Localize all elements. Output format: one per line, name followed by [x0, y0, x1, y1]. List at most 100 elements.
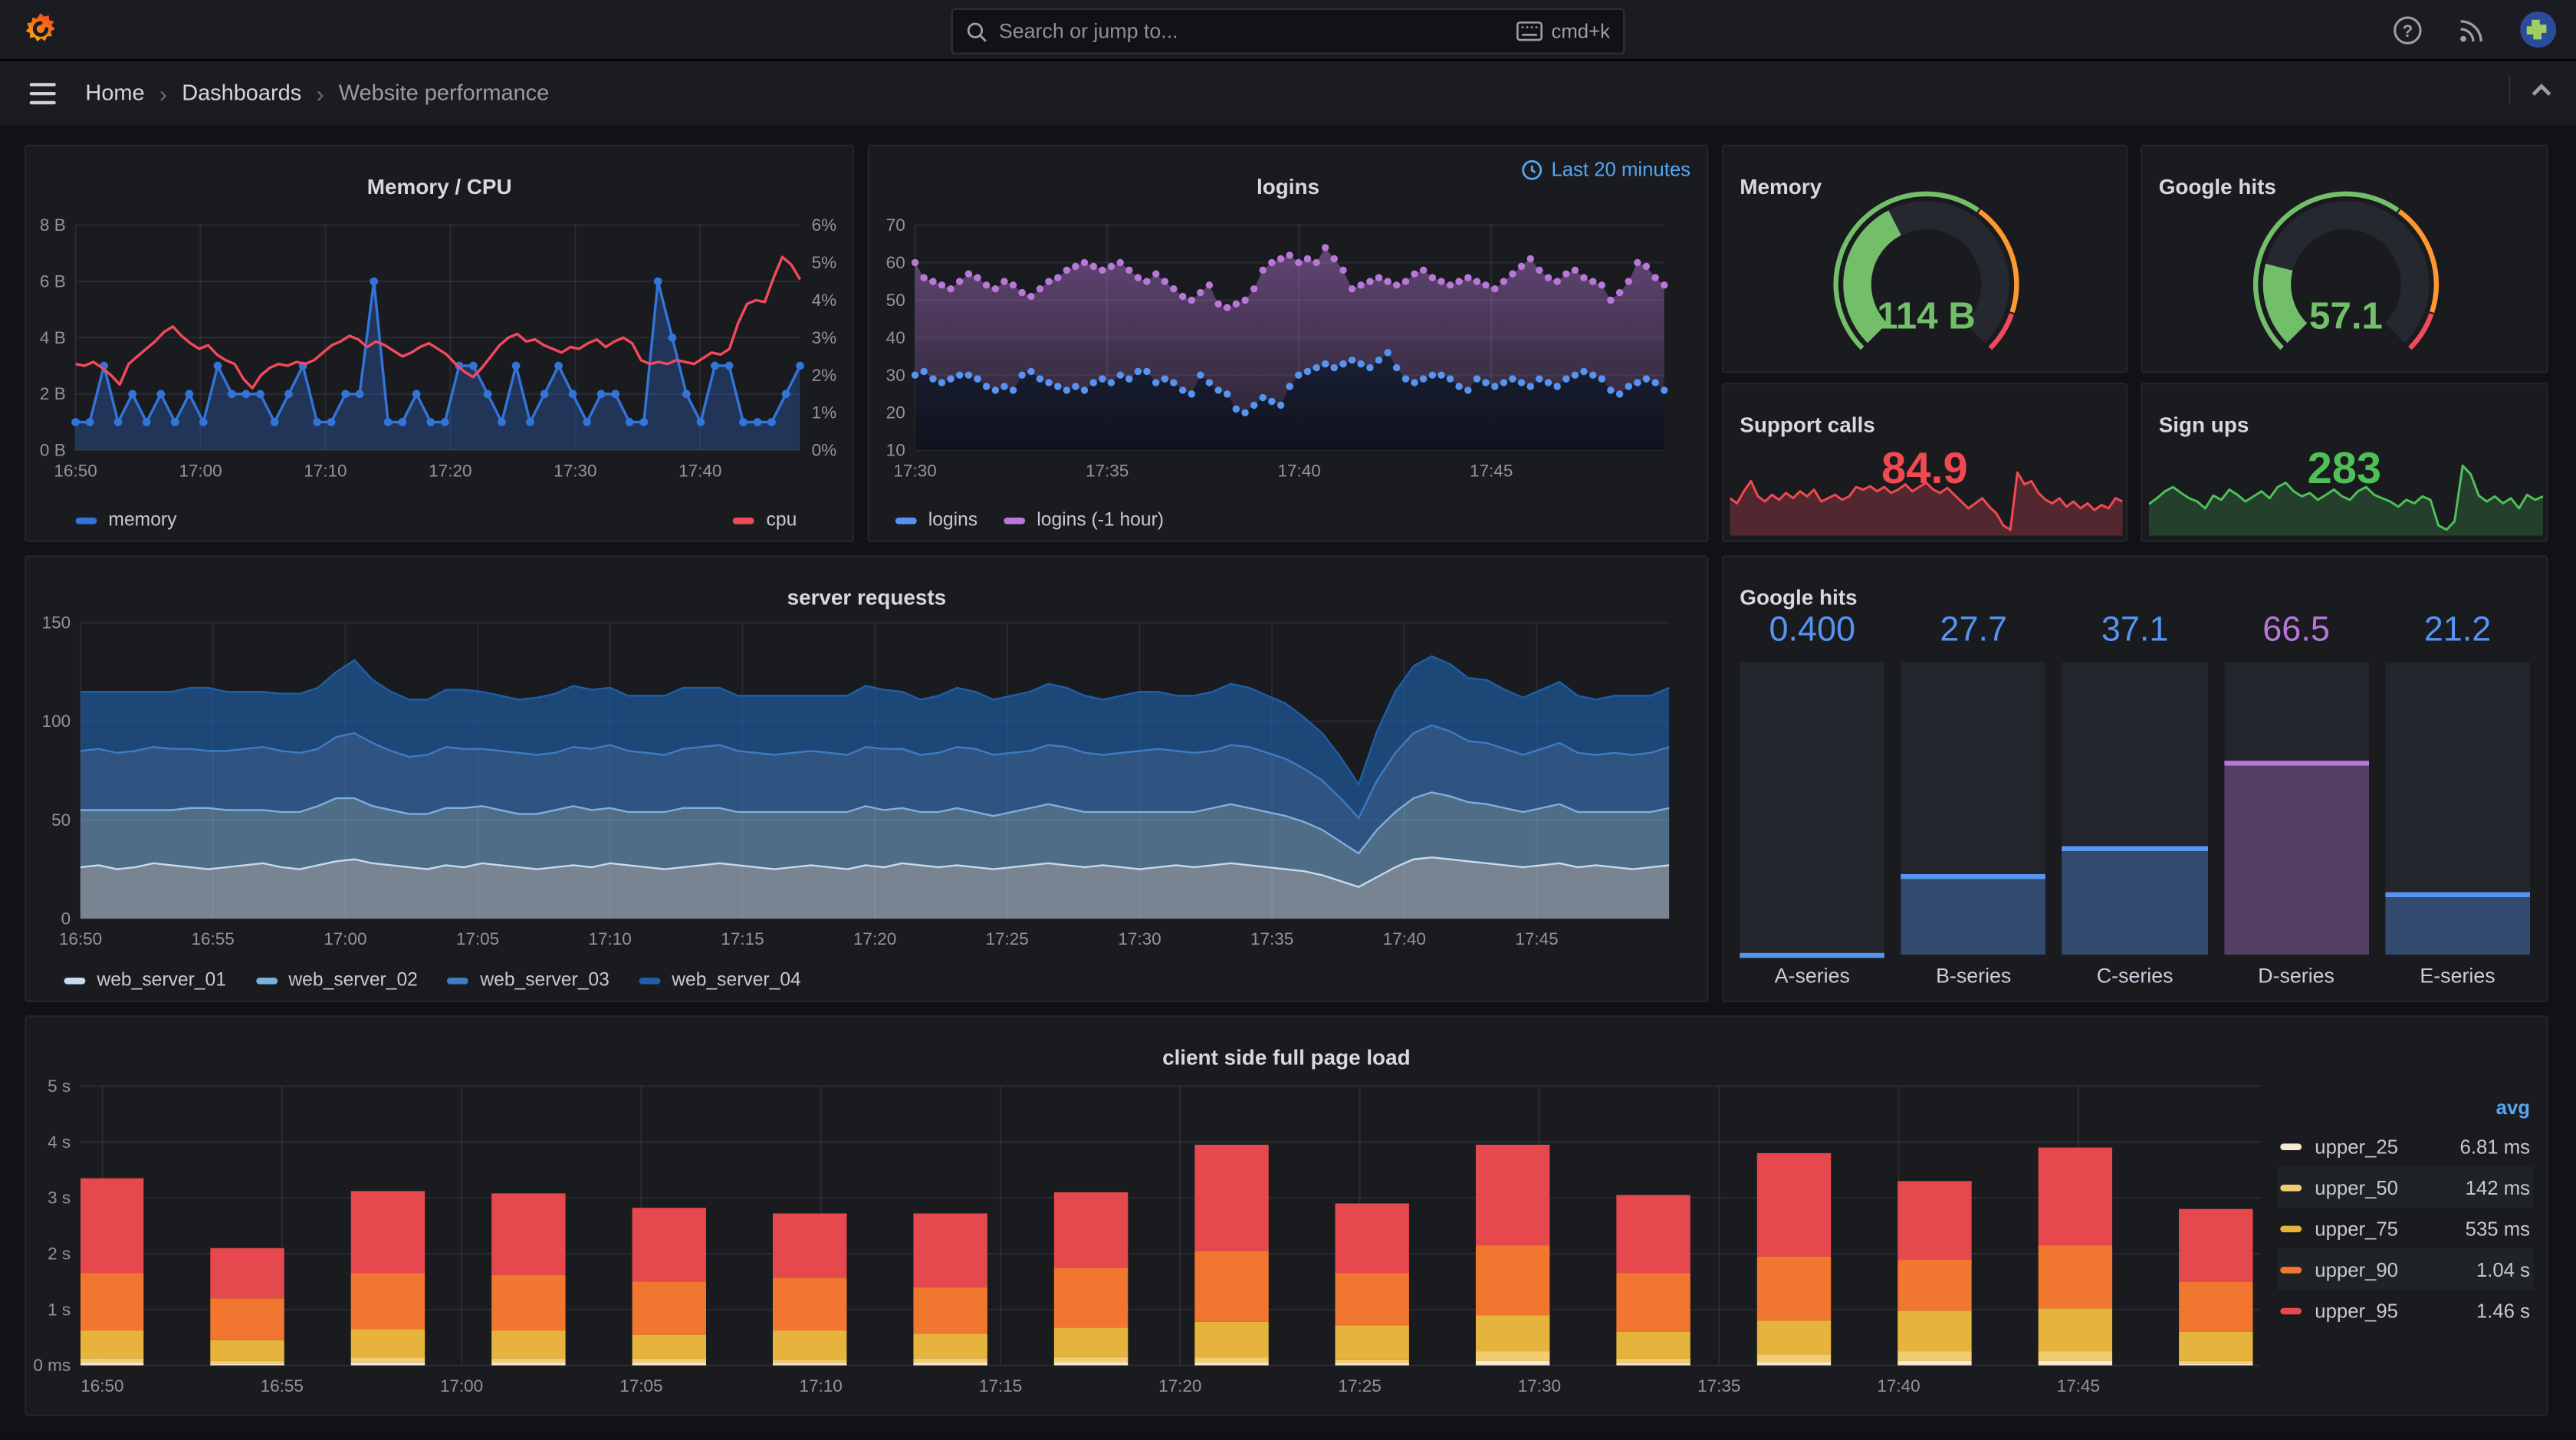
stacked-bar-segment[interactable]: [1898, 1181, 1972, 1260]
stacked-bar-segment[interactable]: [491, 1358, 566, 1363]
stacked-bar-segment[interactable]: [70, 1363, 144, 1366]
stacked-bar-segment[interactable]: [1616, 1273, 1691, 1332]
stacked-bar-segment[interactable]: [913, 1358, 987, 1363]
stacked-bar-segment[interactable]: [70, 1273, 144, 1331]
stacked-bar-segment[interactable]: [1194, 1144, 1269, 1251]
server-requests-chart[interactable]: 0 50 100 150 16:50 16:55 17:00 17:05 17:10 17:15 1…: [26, 557, 1710, 1004]
legend-table-row[interactable]: upper_75 535 ms: [2277, 1208, 2533, 1249]
stacked-bar-segment[interactable]: [1475, 1144, 1550, 1246]
stacked-bar-segment[interactable]: [350, 1273, 426, 1330]
stacked-bar-segment[interactable]: [1335, 1359, 1409, 1363]
stacked-bar-segment[interactable]: [2179, 1360, 2253, 1364]
stacked-bar-segment[interactable]: [350, 1362, 426, 1366]
stacked-bar-segment[interactable]: [632, 1208, 706, 1282]
bar-gauge[interactable]: 0.400 A-series 27.7 B-series 37.1 C-series 66.…: [1740, 610, 2531, 994]
stacked-bar-segment[interactable]: [1053, 1192, 1129, 1268]
stacked-bar-segment[interactable]: [70, 1358, 144, 1363]
stacked-bar-segment[interactable]: [1898, 1351, 1972, 1361]
stacked-bar-segment[interactable]: [2038, 1147, 2113, 1246]
stacked-bar-segment[interactable]: [1194, 1363, 1269, 1366]
stacked-bar-segment[interactable]: [1194, 1251, 1269, 1322]
legend-item[interactable]: web_server_02: [255, 971, 418, 991]
bar-gauge-column[interactable]: 27.7 B-series: [1901, 610, 2046, 994]
logins-chart[interactable]: 10 20 30 40 50 60 70 17:30 17:35 17:40 17:45: [869, 146, 1710, 544]
stacked-bar-segment[interactable]: [1053, 1327, 1129, 1357]
chevron-up-icon[interactable]: [2530, 82, 2553, 98]
stacked-bar-segment[interactable]: [1475, 1315, 1550, 1352]
memory-cpu-chart[interactable]: 0 B 2 B 4 B 6 B 8 B 0% 1% 2% 3% 4% 5% 6% 16:50 17:00 1…: [26, 146, 856, 544]
stacked-bar-segment[interactable]: [1053, 1362, 1129, 1366]
stacked-bar-segment[interactable]: [1616, 1363, 1691, 1366]
stacked-bar-segment[interactable]: [772, 1213, 847, 1278]
stacked-bar-segment[interactable]: [491, 1193, 566, 1275]
stacked-bar-segment[interactable]: [491, 1330, 566, 1359]
legend-item[interactable]: web_server_01: [64, 971, 226, 991]
user-avatar[interactable]: [2520, 12, 2557, 48]
stacked-bar-segment[interactable]: [1335, 1363, 1409, 1366]
stacked-bar-segment[interactable]: [913, 1213, 987, 1287]
panel-title[interactable]: Support calls: [1723, 403, 2126, 449]
stacked-bar-segment[interactable]: [491, 1274, 566, 1331]
stacked-bar-segment[interactable]: [772, 1363, 847, 1366]
stacked-bar-segment[interactable]: [1616, 1195, 1691, 1274]
stacked-bar-segment[interactable]: [632, 1363, 706, 1366]
stacked-bar-segment[interactable]: [1756, 1362, 1832, 1366]
stacked-bar-segment[interactable]: [350, 1357, 426, 1363]
legend-item[interactable]: web_server_04: [639, 971, 801, 991]
stacked-bar-segment[interactable]: [2179, 1331, 2253, 1361]
stacked-bar-segment[interactable]: [1194, 1357, 1269, 1363]
bar-gauge-column[interactable]: 37.1 C-series: [2062, 610, 2208, 994]
stacked-bar-segment[interactable]: [1756, 1256, 1832, 1321]
page-load-chart[interactable]: 0 ms 1 s 2 s 3 s 4 s 5 s 16:50 16:55 17:00 17:05 1…: [26, 1017, 2549, 1418]
stacked-bar-segment[interactable]: [1475, 1351, 1550, 1361]
help-icon[interactable]: ?: [2392, 14, 2423, 45]
legend-item[interactable]: logins (-1 hour): [1004, 511, 1164, 531]
stacked-bar-segment[interactable]: [913, 1363, 987, 1366]
stacked-bar-segment[interactable]: [1335, 1273, 1409, 1326]
stacked-bar-segment[interactable]: [70, 1330, 144, 1359]
legend-table-row[interactable]: upper_50 142 ms: [2277, 1166, 2534, 1208]
legend-item[interactable]: web_server_03: [447, 971, 610, 991]
stacked-bar-segment[interactable]: [2179, 1281, 2253, 1332]
stacked-bar-segment[interactable]: [913, 1333, 987, 1359]
memory-gauge[interactable]: 114 B: [1723, 146, 2129, 375]
stacked-bar-segment[interactable]: [210, 1298, 284, 1340]
grafana-logo-icon[interactable]: [23, 12, 59, 48]
stacked-bar-segment[interactable]: [210, 1340, 284, 1361]
legend-table-row[interactable]: upper_25 6.81 ms: [2277, 1126, 2533, 1167]
stacked-bar-segment[interactable]: [1756, 1152, 1832, 1257]
stacked-bar-segment[interactable]: [1898, 1360, 1972, 1366]
bar-gauge-column[interactable]: 21.2 E-series: [2385, 610, 2531, 994]
stacked-bar-segment[interactable]: [1616, 1331, 1691, 1359]
stacked-bar-segment[interactable]: [210, 1363, 284, 1366]
stacked-bar-segment[interactable]: [1335, 1325, 1409, 1359]
stacked-bar-segment[interactable]: [1475, 1360, 1550, 1366]
stacked-bar-segment[interactable]: [2038, 1351, 2113, 1361]
panel-title[interactable]: Sign ups: [2142, 403, 2546, 449]
stacked-bar-segment[interactable]: [632, 1281, 706, 1335]
stacked-bar-segment[interactable]: [2038, 1308, 2113, 1352]
stacked-bar-segment[interactable]: [2038, 1245, 2113, 1309]
bar-gauge-column[interactable]: 0.400 A-series: [1740, 610, 1885, 994]
stacked-bar-segment[interactable]: [2038, 1360, 2113, 1366]
stacked-bar-segment[interactable]: [210, 1248, 284, 1299]
stacked-bar-segment[interactable]: [1616, 1358, 1691, 1363]
stacked-bar-segment[interactable]: [350, 1329, 426, 1358]
legend-item[interactable]: cpu: [733, 511, 797, 531]
stacked-bar-segment[interactable]: [2179, 1208, 2253, 1282]
legend-table-row[interactable]: upper_90 1.04 s: [2277, 1248, 2534, 1290]
stacked-bar-segment[interactable]: [632, 1334, 706, 1359]
stacked-bar-segment[interactable]: [772, 1359, 847, 1363]
google-hits-gauge[interactable]: 57.1: [2142, 146, 2549, 375]
stacked-bar-segment[interactable]: [70, 1178, 144, 1274]
stacked-bar-segment[interactable]: [1053, 1267, 1129, 1328]
search-input[interactable]: Search or jump to... cmd+k: [951, 8, 1625, 54]
stacked-bar-segment[interactable]: [632, 1358, 706, 1363]
stacked-bar-segment[interactable]: [1898, 1259, 1972, 1311]
stacked-bar-segment[interactable]: [1475, 1245, 1550, 1316]
breadcrumb-dashboards[interactable]: Dashboards: [182, 81, 301, 105]
stacked-bar-segment[interactable]: [2179, 1363, 2253, 1366]
menu-toggle-icon[interactable]: [29, 81, 56, 104]
stacked-bar-segment[interactable]: [913, 1287, 987, 1334]
stacked-bar-segment[interactable]: [210, 1360, 284, 1364]
